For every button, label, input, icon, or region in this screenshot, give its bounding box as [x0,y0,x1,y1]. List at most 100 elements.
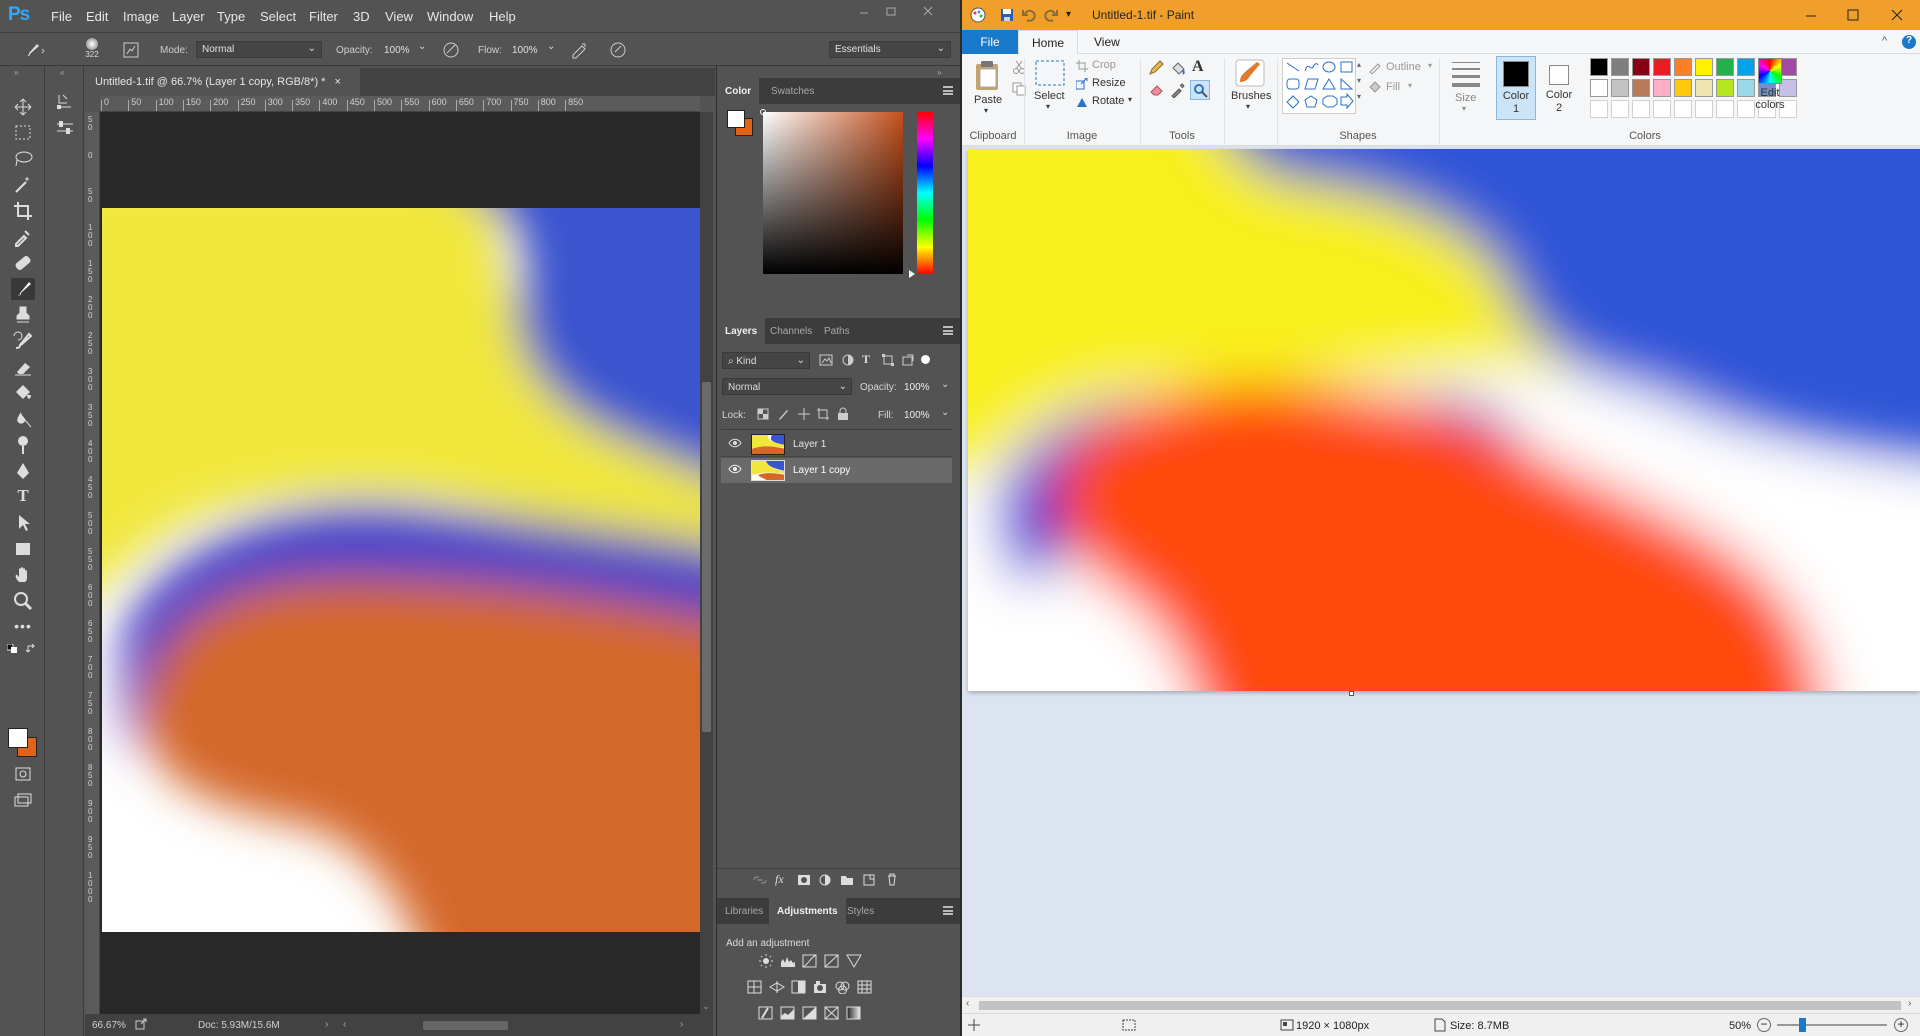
layer-name[interactable]: Layer 1 copy [793,465,850,476]
ps-menu-type[interactable]: Type [217,9,245,24]
ps-restore-button[interactable] [880,4,902,20]
paint-canvas-area[interactable] [962,146,1920,996]
ps-close-button[interactable] [917,4,939,20]
tab-layers[interactable]: Layers [717,318,766,344]
scroll-down-icon[interactable]: ⌄ [702,1001,710,1012]
zoom-tool-icon[interactable] [11,590,35,612]
filter-toggle-icon[interactable] [921,355,930,364]
levels-icon[interactable] [780,954,796,968]
hue-saturation-icon[interactable] [747,980,763,994]
panel-menu-icon[interactable] [943,86,953,95]
brush-tool-icon[interactable] [11,278,35,300]
more-shapes-icon[interactable]: ▾ [1357,92,1361,101]
ps-document-canvas[interactable] [102,208,700,932]
channel-mixer-icon[interactable] [835,980,851,994]
link-layers-icon[interactable] [753,874,767,886]
layer-filter-kind[interactable]: ⌕ Kind ⌄ [722,352,810,369]
delete-layer-icon[interactable] [886,873,898,886]
zoom-slider-track[interactable] [1777,1024,1887,1026]
collapse-ribbon-icon[interactable]: ^ [1882,35,1887,47]
size-button[interactable]: Size ▾ [1448,58,1484,116]
palette-empty-swatch[interactable] [1716,100,1734,118]
ps-vertical-scrollbar[interactable]: ⌄ [700,112,713,1014]
magnifier-icon[interactable] [1190,80,1210,100]
layer-blend-mode[interactable]: Normal ⌄ [722,378,852,395]
screen-mode-icon[interactable] [11,789,35,811]
palette-empty-swatch[interactable] [1695,100,1713,118]
fill-input[interactable]: 100% [904,410,930,421]
ps-menu-layer[interactable]: Layer [172,9,205,24]
fill-button[interactable]: Fill ▾ [1368,80,1418,96]
hue-pointer-icon[interactable] [909,270,915,278]
palette-empty-swatch[interactable] [1632,100,1650,118]
lasso-tool-icon[interactable] [11,148,35,170]
lock-all-icon[interactable] [837,407,849,421]
ps-minimize-button[interactable] [853,4,875,20]
scroll-left-icon[interactable]: ‹ [343,1019,346,1030]
palette-empty-swatch[interactable] [1653,100,1671,118]
paint-app-icon[interactable] [970,7,986,23]
scroll-right-icon[interactable]: › [1908,998,1911,1009]
type-tool-icon[interactable]: T [11,486,35,508]
filter-adjustment-icon[interactable] [841,354,855,366]
tab-swatches[interactable]: Swatches [763,78,822,104]
eye-icon[interactable] [728,464,742,474]
mode-select[interactable]: Normal ⌄ [196,41,322,58]
expand-icon[interactable]: « [60,68,64,77]
palette-swatch[interactable] [1590,79,1608,97]
paint-close-button[interactable] [1882,6,1912,24]
zoom-slider-thumb[interactable] [1799,1018,1806,1032]
color-lookup-icon[interactable] [857,980,873,994]
more-tools-icon[interactable]: ••• [11,618,35,640]
chevron-down-icon[interactable]: ⌄ [547,41,555,52]
palette-swatch[interactable] [1695,58,1713,76]
lock-transparent-icon[interactable] [757,408,769,420]
share-icon[interactable] [135,1018,147,1030]
palette-swatch[interactable] [1716,58,1734,76]
tab-styles[interactable]: Styles [839,898,882,924]
palette-swatch[interactable] [1653,58,1671,76]
tab-view[interactable]: View [1084,35,1130,49]
text-tool-icon[interactable]: A [1192,58,1204,76]
filter-pixel-icon[interactable] [819,354,833,366]
panel-menu-icon[interactable] [943,906,953,915]
eye-icon[interactable] [728,438,742,448]
lock-image-icon[interactable] [777,408,789,420]
palette-swatch[interactable] [1611,79,1629,97]
ps-canvas-area[interactable] [100,112,700,1014]
palette-swatch[interactable] [1590,58,1608,76]
new-adjustment-layer-icon[interactable] [819,874,831,886]
paste-button[interactable]: Paste ▾ [970,60,1006,120]
tab-file[interactable]: File [962,30,1018,54]
resize-button[interactable]: Resize [1076,76,1126,92]
ps-menu-filter[interactable]: Filter [309,9,338,24]
status-arrow-icon[interactable]: › [325,1019,328,1030]
rectangle-tool-icon[interactable] [11,538,35,560]
clone-stamp-tool-icon[interactable] [11,304,35,326]
selective-color-icon[interactable] [824,1006,840,1020]
palette-swatch[interactable] [1674,58,1692,76]
scroll-up-icon[interactable]: ▴ [1357,60,1361,69]
vibrance-icon[interactable] [846,954,862,968]
palette-empty-swatch[interactable] [1611,100,1629,118]
pencil-icon[interactable] [1148,60,1164,76]
document-tab[interactable]: Untitled-1.tif @ 66.7% (Layer 1 copy, RG… [85,68,360,96]
canvas-resize-handle[interactable] [1349,691,1354,696]
history-panel-icon[interactable] [54,92,76,112]
tab-channels[interactable]: Channels [762,318,820,344]
color-panel-foreground-swatch[interactable] [727,110,745,128]
scroll-left-icon[interactable]: ‹ [966,998,969,1009]
curves-icon[interactable] [802,954,818,968]
opacity-input[interactable]: 100% [384,45,410,56]
posterize-icon[interactable] [780,1006,796,1020]
palette-swatch[interactable] [1611,58,1629,76]
select-button[interactable]: Select ▾ [1028,58,1072,122]
color-balance-icon[interactable] [769,980,785,994]
ps-menu-window[interactable]: Window [427,9,473,24]
properties-panel-icon[interactable] [54,118,76,138]
palette-swatch[interactable] [1653,79,1671,97]
collapse-icon[interactable]: » [14,68,18,77]
quick-mask-icon[interactable] [11,763,35,785]
layer-name[interactable]: Layer 1 [793,439,826,450]
paint-canvas[interactable] [968,149,1920,691]
